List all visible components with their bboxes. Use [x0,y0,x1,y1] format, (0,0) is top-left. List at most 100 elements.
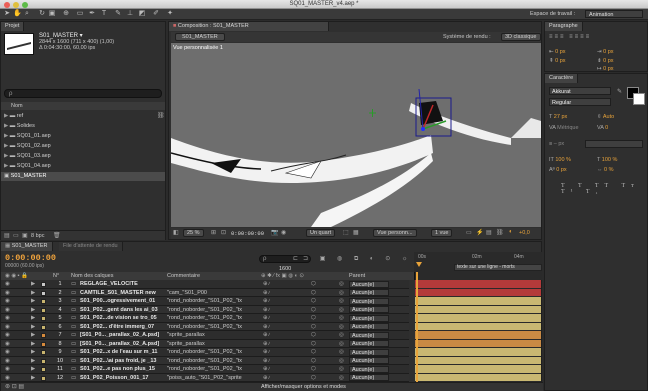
layer-row[interactable]: ◉ ▶ 11 ▭ S01_P02...e pas non plus_15 "rond_no… [1,365,409,374]
3d-layer-icon[interactable]: ⬡ [311,357,316,366]
visibility-eye-icon[interactable]: ◉ [5,331,10,340]
bit-depth-button[interactable]: 8 bpc [31,233,44,239]
layer-row[interactable]: ◉ ▶ 3 ▭ S01_P00...ogressivement_01 "rond_nobo… [1,297,409,306]
expand-arrow-icon[interactable]: ▶ [31,374,35,383]
layer-comment[interactable]: "rond_noborder_"S01_P02_"tx [167,323,257,332]
layer-label-color[interactable] [41,299,46,304]
view-select[interactable]: Vue personn... [373,229,417,237]
layer-switches[interactable]: ⊕ ⁄ [263,323,270,332]
layer-switches[interactable]: ⊕ ⁄ [263,280,270,289]
expand-arrow-icon[interactable]: ▶ [31,289,35,298]
new-folder-icon[interactable]: ▭ [13,232,19,239]
layer-switches[interactable]: ⊕ ⁄ [263,289,270,298]
camera-tool-icon[interactable]: ▣ [48,10,56,18]
layer-duration-bar[interactable] [415,305,541,314]
project-item-aep[interactable]: ▶ ▬ SQ01_03.aep [4,152,164,161]
parent-select[interactable]: Aucun(e) [349,323,389,330]
timeline-icon[interactable]: ▤ [486,229,492,236]
work-area-bar[interactable]: texte sur une ligne - morts [454,264,542,271]
layer-switches[interactable]: ⊕ ⁄ [263,340,270,349]
playhead-icon[interactable] [416,262,422,267]
toggle-pixel-aspect-icon[interactable]: ▭ [466,229,472,236]
expand-arrow-icon[interactable]: ▶ [31,340,35,349]
clone-tool-icon[interactable]: ⊥ [126,10,134,18]
toggle-switches-modes[interactable]: Afficher/masquer options et modes [261,384,346,390]
3d-layer-icon[interactable]: ⬡ [311,374,316,383]
parent-select[interactable]: Aucun(e) [349,357,389,364]
col-layer-name[interactable]: Nom des calques [71,272,114,280]
layer-label-color[interactable] [41,316,46,321]
eyedropper-icon[interactable]: ✎ [617,88,622,95]
pickwhip-icon[interactable]: ◎ [339,289,344,298]
layer-label-color[interactable] [41,358,46,364]
layer-duration-bar[interactable] [415,365,541,374]
layer-row[interactable]: ◉ ▶ 10 ▭ S01_P02...\ai pas froid, je _13 "ron… [1,356,409,366]
project-item-folder[interactable]: ▶ ▬ Solides [4,122,164,131]
layer-row[interactable]: ◉ ▶ 4 ▭ S01_P02...gent dans les ai_03 "rond_n… [1,305,409,315]
puppet-tool-icon[interactable]: ✦ [166,10,174,18]
layer-name[interactable]: CAMTILE_S01_MASTER new [80,289,164,298]
3d-layer-icon[interactable]: ⬡ [311,323,316,332]
space-before[interactable]: ⇞ 0 px [549,58,566,64]
layer-duration-bar[interactable] [415,331,541,340]
project-tab[interactable]: Projet [1,22,25,31]
pickwhip-icon[interactable]: ◎ [339,306,344,315]
visibility-eye-icon[interactable]: ◉ [5,348,10,357]
expand-arrow-icon[interactable]: ▶ [31,365,35,374]
3d-layer-icon[interactable]: ⬡ [311,331,316,340]
layer-comment[interactable]: "rond_noborder_"S01_P02_"tx [167,297,257,306]
vertical-scale-field[interactable]: IT 100 % [549,157,571,163]
visibility-eye-icon[interactable]: ◉ [5,280,10,289]
renderer-select[interactable]: 3D classique [501,33,541,41]
eraser-tool-icon[interactable]: ◩ [138,10,146,18]
layer-name[interactable]: REGLAGE_VELOCITE [80,280,164,289]
layer-comment[interactable]: "sprite_parallax [167,331,257,340]
workspace-select[interactable]: Animation [585,10,643,18]
project-item-aep[interactable]: ▶ ▬ SQ01_01.aep [4,132,164,141]
layer-switches[interactable]: ⊕ ⁄ [263,357,270,366]
3d-layer-icon[interactable]: ⬡ [311,297,316,306]
pen-tool-icon[interactable]: ✒ [88,10,96,18]
layer-duration-bar[interactable] [415,297,541,306]
pickwhip-icon[interactable]: ◎ [339,340,344,349]
zoom-tool-icon[interactable]: ⌕ [23,10,31,18]
layer-duration-bar[interactable] [415,373,541,382]
rotate-tool-icon[interactable]: ↻ [38,10,46,18]
layer-row[interactable]: ◉ ▶ 12 ▭ S01_P02_Poisson_001_17 "poiss_auto_"… [1,373,409,383]
layer-label-color[interactable] [41,324,46,330]
layer-comment[interactable]: "rond_noborder_"S01_P02_"tx [167,314,257,323]
pickwhip-icon[interactable]: ◎ [339,357,344,366]
footer-icons[interactable]: ⊛ ⊡ ▤ [5,383,24,390]
brush-tool-icon[interactable]: ✎ [114,10,122,18]
exposure-icon[interactable]: ◐ [509,229,513,235]
3d-layer-icon[interactable]: ⬡ [311,280,316,289]
expand-arrow-icon[interactable]: ▶ [31,348,35,357]
layer-switches[interactable]: ⊕ ⁄ [263,297,270,306]
3d-layer-icon[interactable]: ⬡ [311,306,316,315]
layer-switches[interactable]: ⊕ ⁄ [263,374,270,383]
layer-comment[interactable]: "cam_"S01_P00 [167,289,257,298]
interpret-footage-icon[interactable]: ▤ [4,232,10,239]
new-comp-icon[interactable]: ▣ [22,232,28,239]
visibility-eye-icon[interactable]: ◉ [5,306,10,315]
expand-arrow-icon[interactable]: ▶ [31,280,35,289]
views-layout-select[interactable]: 1 vue [431,229,453,237]
layer-name[interactable]: S01_P02...\ai pas froid, je _13 [80,357,164,366]
3d-layer-icon[interactable]: ⬡ [311,365,316,374]
project-item-folder[interactable]: ▶ ▬ ref [4,112,164,121]
pickwhip-icon[interactable]: ◎ [339,365,344,374]
mask-tool-icon[interactable]: ▭ [76,10,84,18]
layer-name[interactable]: [S01_P0..._parallax_02_A.psd] [80,331,164,340]
col-parent[interactable]: Parent [349,272,365,280]
expand-arrow-icon[interactable]: ▶ [31,306,35,315]
layer-label-color[interactable] [41,341,46,347]
layer-label-color[interactable] [41,375,46,381]
layer-duration-bar[interactable] [415,339,541,348]
pickwhip-icon[interactable]: ◎ [339,297,344,306]
expand-arrow-icon[interactable]: ▶ [31,357,35,366]
parent-select[interactable]: Aucun(e) [349,280,389,288]
font-family-select[interactable]: Akkurat [549,87,611,95]
layer-comment[interactable]: "rond_noborder_"S01_P02_"tx [167,306,257,315]
kerning-field[interactable]: VA Métrique [549,125,579,131]
current-time[interactable]: 0:00:00:00 [231,230,264,237]
